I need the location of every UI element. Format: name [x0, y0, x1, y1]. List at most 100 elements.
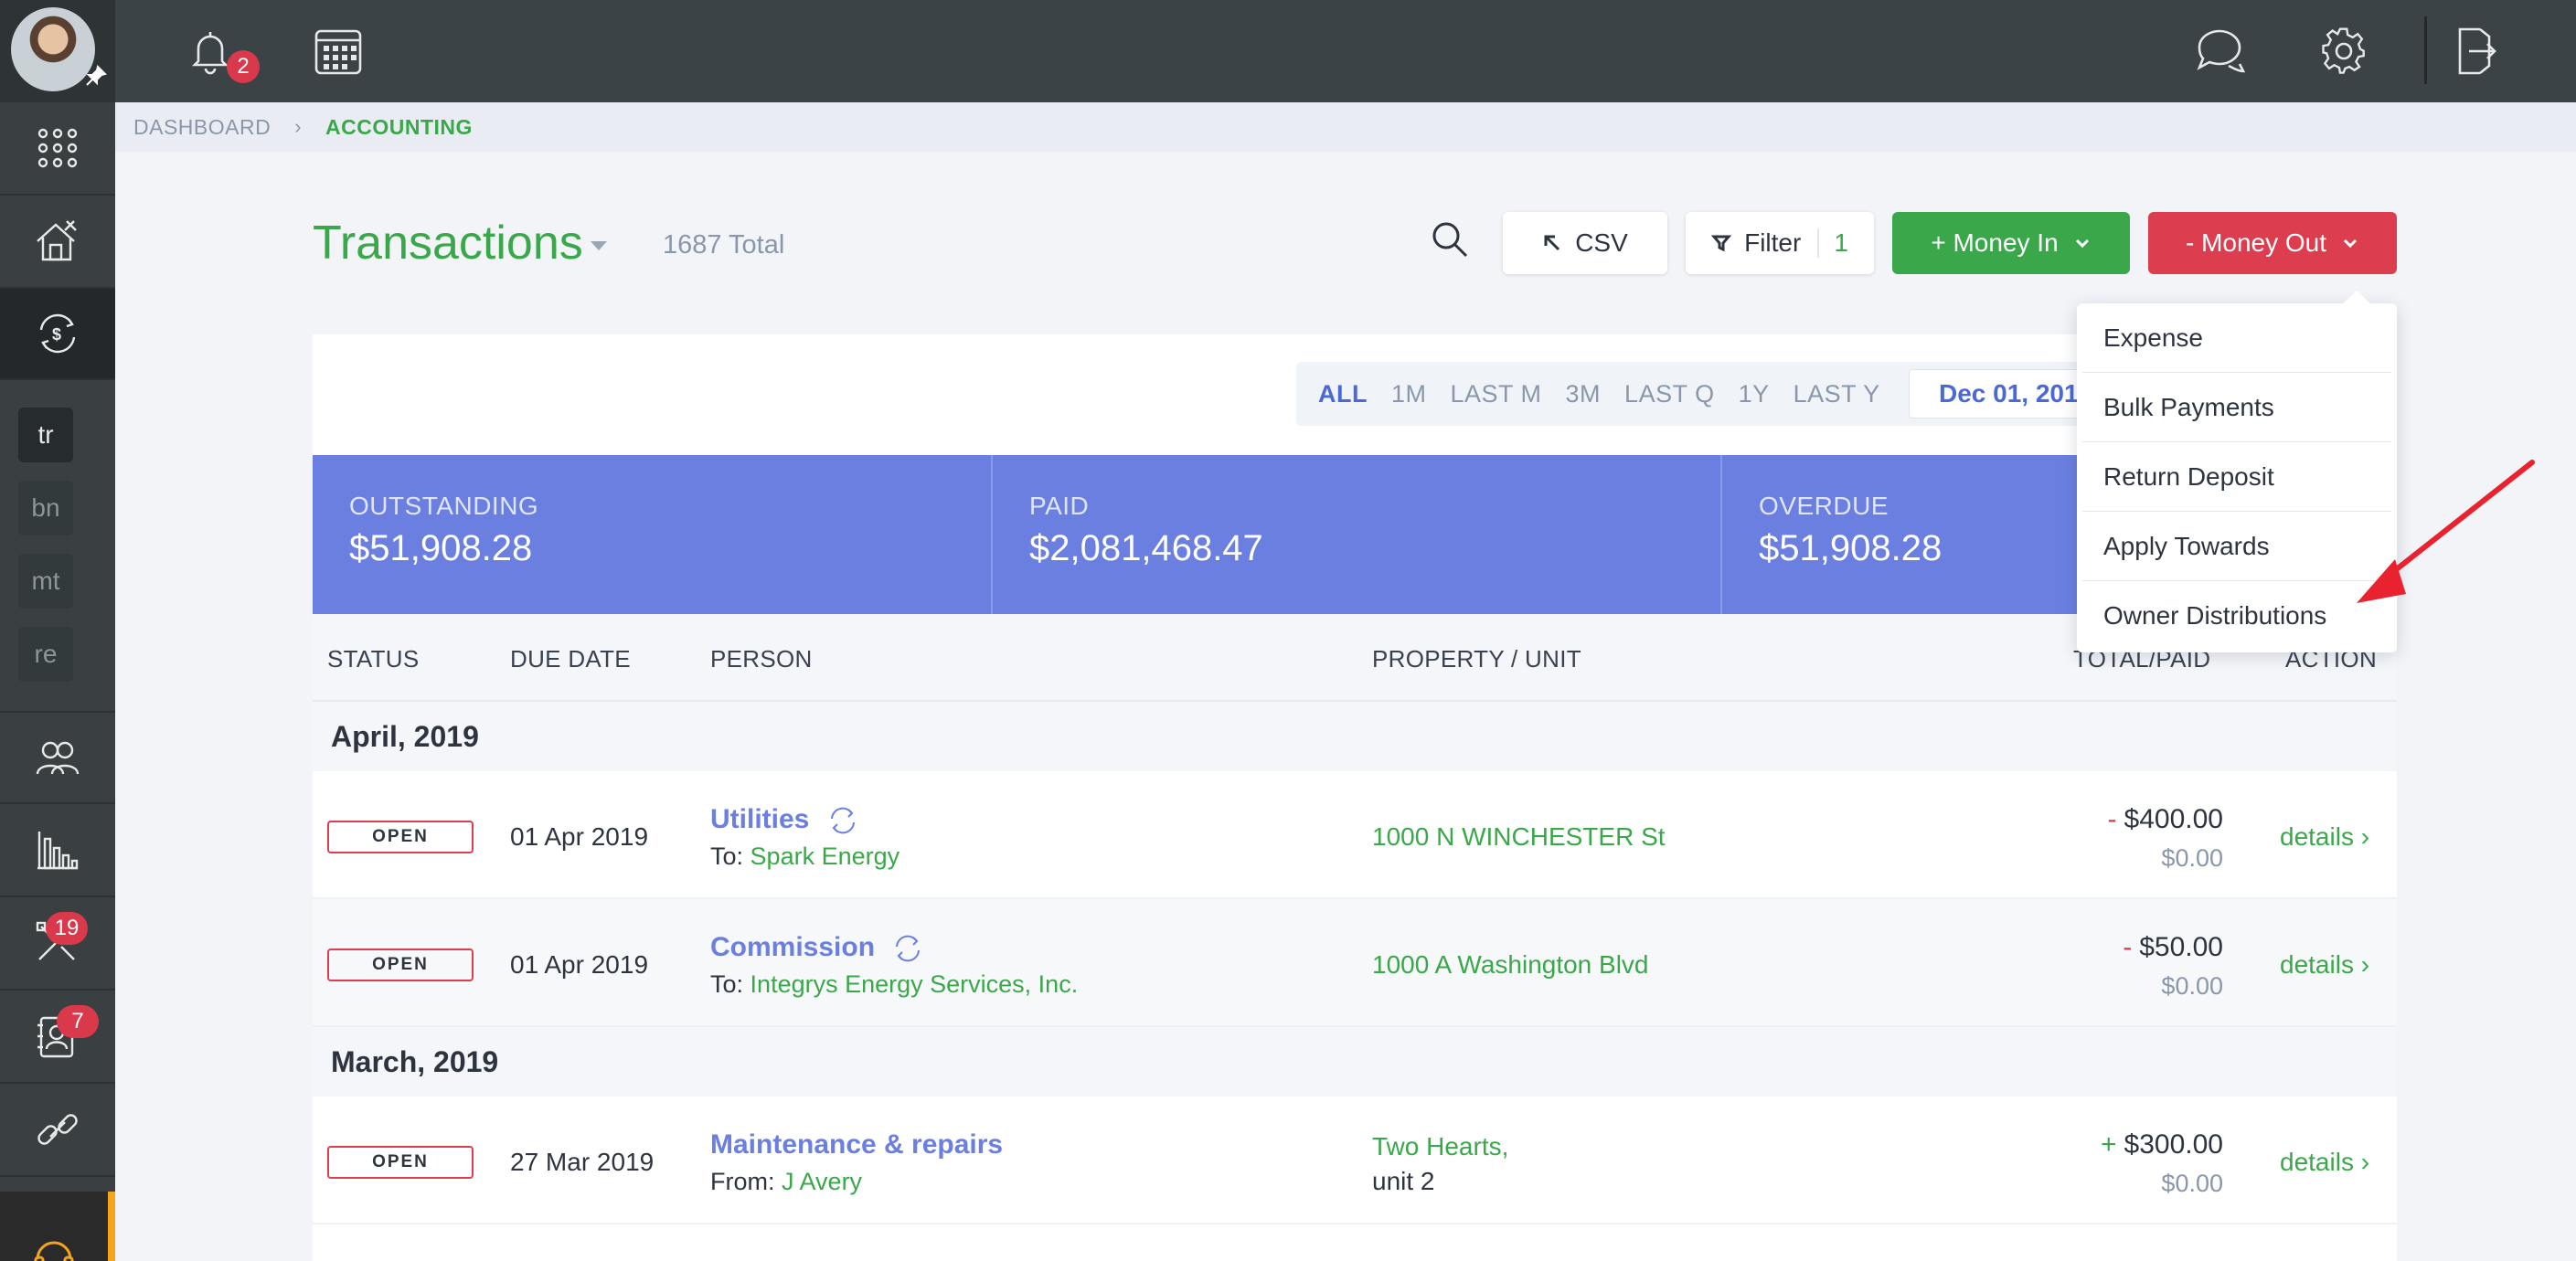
user-avatar[interactable] [0, 0, 115, 102]
transaction-party: To: Integrys Energy Services, Inc. [710, 970, 1078, 999]
money-out-button[interactable]: - Money Out [2148, 212, 2397, 274]
column-person[interactable]: PERSON [710, 645, 813, 673]
period-last-year[interactable]: LAST Y [1794, 380, 1880, 408]
due-date: 27 Mar 2019 [510, 1148, 655, 1176]
headset-icon [34, 1241, 74, 1261]
party-direction: From: [710, 1168, 775, 1195]
sidebar-shortcut-re[interactable]: re [18, 627, 73, 682]
avatar-photo [11, 7, 95, 91]
table-row[interactable]: OPEN 01 Apr 2019 Utilities To: Spark Ene… [313, 771, 2397, 899]
details-link[interactable]: details › [2280, 950, 2369, 980]
party-link[interactable]: Spark Energy [750, 842, 900, 870]
party-link[interactable]: Integrys Energy Services, Inc. [750, 970, 1079, 998]
transaction-party: To: Spark Energy [710, 842, 899, 871]
paid-value: $2,081,468.47 [1029, 528, 1263, 568]
accounting-icon: $ [39, 313, 76, 354]
sidebar-item-reports[interactable] [0, 804, 115, 897]
table-row[interactable]: OPEN 27 Mar 2019 Maintenance & repairs F… [313, 1097, 2397, 1224]
due-date: 01 Apr 2019 [510, 950, 649, 979]
property-link[interactable]: Two Hearts, unit 2 [1372, 1129, 1508, 1199]
menu-item-owner-distributions[interactable]: Owner Distributions [2082, 581, 2391, 651]
party-link[interactable]: J Avery [782, 1168, 862, 1195]
sidebar-item-people[interactable] [0, 711, 115, 804]
menu-item-bulk-payments[interactable]: Bulk Payments [2082, 373, 2391, 442]
sidebar-shortcut-tr[interactable]: tr [18, 408, 73, 462]
chevron-down-icon [2343, 238, 2358, 249]
title-dropdown-caret-icon[interactable] [591, 241, 607, 250]
sidebar-item-accounting[interactable]: $ [0, 289, 115, 380]
transaction-party: From: J Avery [710, 1168, 862, 1196]
sidebar-item-support[interactable] [0, 1192, 115, 1261]
chat-icon [2197, 29, 2246, 73]
search-button[interactable] [1430, 219, 1477, 267]
csv-export-button[interactable]: CSV [1503, 212, 1667, 274]
amount-value: $300.00 [2124, 1129, 2223, 1160]
details-link[interactable]: details › [2280, 822, 2369, 852]
details-link[interactable]: details › [2280, 1148, 2369, 1177]
sidebar-item-apps[interactable] [0, 102, 115, 196]
calendar-button[interactable] [305, 18, 371, 84]
calendar-icon [314, 29, 362, 75]
period-last-quarter[interactable]: LAST Q [1624, 380, 1715, 408]
column-status[interactable]: STATUS [327, 645, 420, 673]
sidebar-item-contacts[interactable]: 7 [0, 991, 115, 1084]
period-last-month[interactable]: LAST M [1451, 380, 1542, 408]
money-in-label: + Money In [1931, 228, 2059, 257]
outstanding-label: OUTSTANDING [349, 492, 539, 520]
period-3m[interactable]: 3M [1566, 380, 1602, 408]
sidebar-item-integrations[interactable] [0, 1084, 115, 1177]
paid-amount: $0.00 [2161, 972, 2223, 1000]
filter-button[interactable]: Filter 1 [1686, 212, 1874, 274]
transaction-title-text: Commission [710, 932, 876, 962]
gear-icon [2322, 27, 2365, 74]
table-row[interactable]: OPEN 01 Apr 2019 Commission To: Integrys… [313, 899, 2397, 1027]
status-badge: OPEN [327, 948, 474, 981]
sidebar: $ tr bn mt re 19 7 [0, 0, 115, 1261]
property-link[interactable]: 1000 A Washington Blvd [1372, 950, 1649, 980]
amount-sign: - [2107, 804, 2117, 834]
money-out-label: - Money Out [2185, 228, 2327, 257]
property-name: Two Hearts, [1372, 1132, 1509, 1160]
chat-button[interactable] [2187, 18, 2252, 84]
page-title[interactable]: Transactions [313, 216, 583, 270]
sidebar-item-maintenance[interactable]: 19 [0, 897, 115, 991]
outstanding-value: $51,908.28 [349, 528, 533, 568]
apps-grid-icon [37, 128, 78, 168]
sidebar-shortcut-bn[interactable]: bn [18, 481, 73, 535]
period-1m[interactable]: 1M [1391, 380, 1427, 408]
column-due-date[interactable]: DUE DATE [510, 645, 631, 673]
paid-label: PAID [1029, 492, 1090, 520]
property-link[interactable]: 1000 N WINCHESTER St [1372, 822, 1666, 852]
chevron-right-icon: › [294, 115, 303, 138]
filter-icon [1711, 235, 1732, 252]
total-count: 1687 Total [663, 230, 785, 260]
summary-paid: PAID $2,081,468.47 [993, 455, 1722, 614]
total-amount: - $50.00 [2123, 932, 2223, 963]
sidebar-item-properties[interactable] [0, 196, 115, 289]
period-1y[interactable]: 1Y [1739, 380, 1770, 408]
pin-icon[interactable] [84, 64, 108, 88]
menu-item-apply-towards[interactable]: Apply Towards [2082, 512, 2391, 581]
chevron-down-icon [2075, 238, 2089, 249]
due-date: 01 Apr 2019 [510, 822, 649, 851]
period-all[interactable]: ALL [1318, 380, 1368, 408]
logout-icon [2458, 27, 2496, 75]
filter-count: 1 [1817, 228, 1848, 258]
settings-button[interactable] [2311, 18, 2377, 84]
logout-button[interactable] [2443, 18, 2508, 84]
breadcrumb-dashboard-link[interactable]: DASHBOARD [133, 115, 271, 140]
transaction-title[interactable]: Maintenance & repairs [710, 1129, 1003, 1160]
unit-name: unit 2 [1372, 1167, 1435, 1195]
money-in-button[interactable]: + Money In [1892, 212, 2130, 274]
amount-value: $50.00 [2139, 932, 2223, 962]
breadcrumb-current: ACCOUNTING [325, 114, 473, 139]
transaction-title[interactable]: Utilities [710, 804, 859, 837]
status-badge: OPEN [327, 821, 474, 853]
menu-item-return-deposit[interactable]: Return Deposit [2082, 442, 2391, 512]
transaction-title[interactable]: Commission [710, 932, 924, 965]
column-property[interactable]: PROPERTY / UNIT [1372, 645, 1581, 673]
total-amount: - $400.00 [2108, 804, 2223, 835]
menu-item-expense[interactable]: Expense [2082, 303, 2391, 373]
sidebar-shortcut-mt[interactable]: mt [18, 554, 73, 609]
reports-icon [37, 832, 79, 870]
